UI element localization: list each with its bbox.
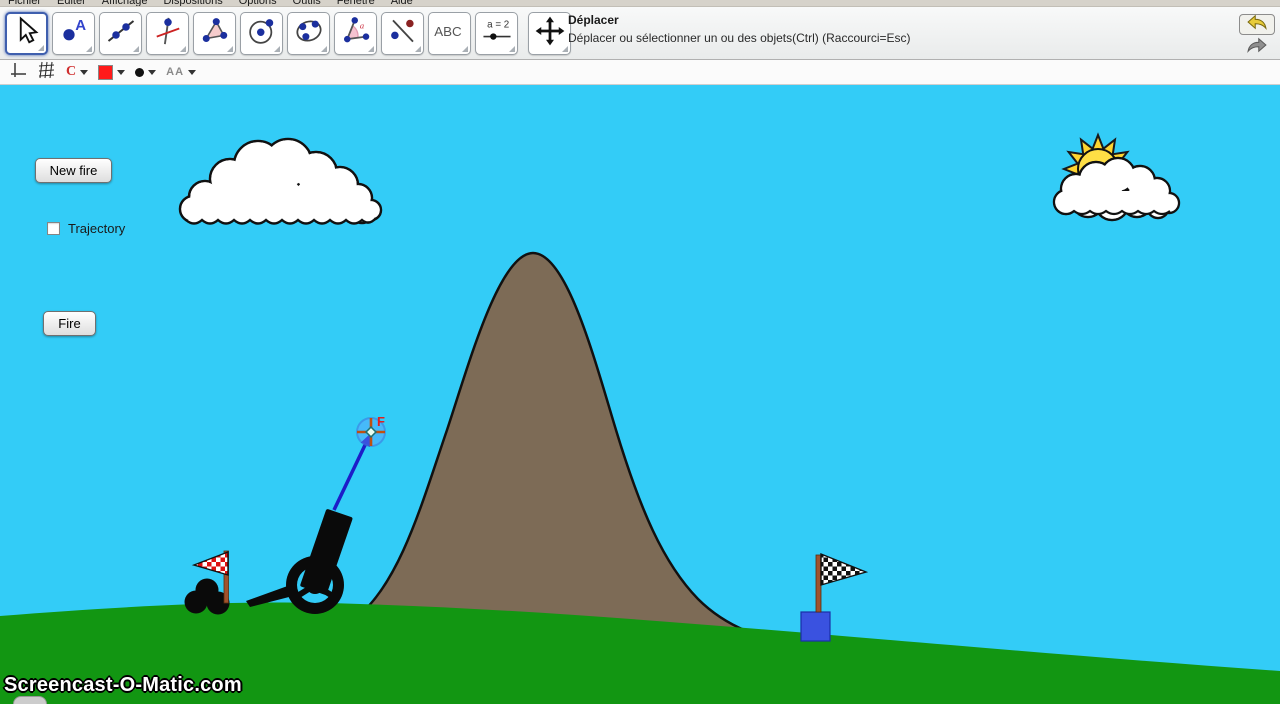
- tool-polygon-button[interactable]: [193, 12, 236, 55]
- tool-circle-button[interactable]: [240, 12, 283, 55]
- svg-text:a = 2: a = 2: [487, 19, 509, 30]
- move-view-icon: [535, 16, 565, 51]
- chevron-down-icon: [188, 69, 197, 75]
- point-f-label: F: [377, 414, 385, 429]
- recorder-pill: [13, 696, 47, 704]
- circle-icon: [247, 16, 277, 51]
- point-style-dropdown[interactable]: [135, 67, 157, 77]
- undo-icon: [1246, 14, 1268, 35]
- menu-item-fenetre[interactable]: Fenêtre: [329, 0, 383, 6]
- menu-item-affichage[interactable]: Affichage: [94, 0, 156, 6]
- fire-button[interactable]: Fire: [43, 311, 96, 336]
- tool-perpendicular-line-button[interactable]: [146, 12, 189, 55]
- grid-toggle[interactable]: [38, 61, 56, 84]
- toolbar: A a ABC a = 2 Déplacer Déplacer ou sélec…: [0, 7, 1280, 60]
- axes-toggle[interactable]: [10, 61, 28, 84]
- chevron-corner-icon: [509, 46, 515, 52]
- perpendicular-line-icon: [153, 16, 183, 51]
- menu-item-outils[interactable]: Outils: [285, 0, 329, 6]
- tool-help: Déplacer Déplacer ou sélectionner un ou …: [568, 13, 911, 45]
- point-capture-dropdown[interactable]: C: [66, 64, 89, 80]
- tool-line-button[interactable]: [99, 12, 142, 55]
- point-style-icon: [135, 67, 145, 77]
- tool-move-button[interactable]: [5, 12, 48, 55]
- tool-point-button[interactable]: A: [52, 12, 95, 55]
- undo-button[interactable]: [1239, 14, 1275, 35]
- scene-svg: F: [0, 85, 1280, 704]
- chevron-down-icon: [148, 69, 157, 75]
- trajectory-label: Trajectory: [68, 221, 126, 236]
- text-style-icon: AA: [166, 66, 185, 78]
- color-dropdown[interactable]: [98, 64, 126, 80]
- style-bar: C AA: [0, 60, 1280, 85]
- svg-text:a: a: [359, 21, 364, 31]
- svg-text:ABC: ABC: [434, 24, 462, 39]
- text-style-dropdown[interactable]: AA: [166, 66, 197, 78]
- grid-icon: [38, 61, 56, 84]
- menu-bar: Fichier Editer Affichage Dispositions Option…: [0, 0, 1280, 7]
- chevron-down-icon: [117, 69, 126, 75]
- menu-item-fichier[interactable]: Fichier: [0, 0, 49, 6]
- chevron-corner-icon: [227, 46, 233, 52]
- chevron-corner-icon: [321, 46, 327, 52]
- line-icon: [106, 16, 136, 51]
- chevron-corner-icon: [38, 45, 44, 51]
- tool-move-view-button[interactable]: [528, 12, 571, 55]
- tool-conic-button[interactable]: [287, 12, 330, 55]
- chevron-corner-icon: [180, 46, 186, 52]
- tool-help-description: Déplacer ou sélectionner un ou des objet…: [568, 31, 911, 45]
- tool-help-title: Déplacer: [568, 13, 619, 27]
- tool-text-button[interactable]: ABC: [428, 12, 471, 55]
- point-capture-icon: C: [66, 64, 77, 79]
- svg-text:A: A: [75, 17, 86, 34]
- angle-icon: a: [341, 16, 371, 51]
- redo-icon: [1246, 37, 1268, 58]
- chevron-corner-icon: [462, 46, 468, 52]
- screencast-watermark: Screencast-O-Matic.com: [4, 674, 242, 696]
- chevron-corner-icon: [86, 46, 92, 52]
- move-icon: [12, 16, 42, 51]
- target-box: [800, 611, 831, 642]
- conic-icon: [294, 16, 324, 51]
- redo-button[interactable]: [1239, 37, 1275, 58]
- tool-slider-button[interactable]: a = 2: [475, 12, 518, 55]
- checkbox-icon[interactable]: [47, 222, 60, 235]
- chevron-corner-icon: [133, 46, 139, 52]
- chevron-corner-icon: [274, 46, 280, 52]
- menu-item-aide[interactable]: Aide: [383, 0, 421, 6]
- slider-icon: a = 2: [481, 16, 513, 51]
- color-swatch-icon: [98, 64, 114, 80]
- chevron-corner-icon: [562, 46, 568, 52]
- tool-angle-button[interactable]: a: [334, 12, 377, 55]
- new-fire-button[interactable]: New fire: [35, 158, 112, 183]
- axes-icon: [10, 61, 28, 84]
- reflection-icon: [388, 16, 418, 51]
- graphics-view[interactable]: F New fire Trajectory Fire Screencast-O-…: [0, 85, 1280, 704]
- chevron-corner-icon: [415, 46, 421, 52]
- tool-reflection-button[interactable]: [381, 12, 424, 55]
- menu-item-options[interactable]: Options: [231, 0, 285, 6]
- trajectory-checkbox[interactable]: Trajectory: [47, 221, 125, 236]
- point-icon: A: [59, 16, 89, 51]
- menu-item-editer[interactable]: Editer: [49, 0, 94, 6]
- chevron-down-icon: [80, 69, 89, 75]
- chevron-corner-icon: [368, 46, 374, 52]
- menu-item-dispositions[interactable]: Dispositions: [155, 0, 230, 6]
- polygon-icon: [200, 16, 230, 51]
